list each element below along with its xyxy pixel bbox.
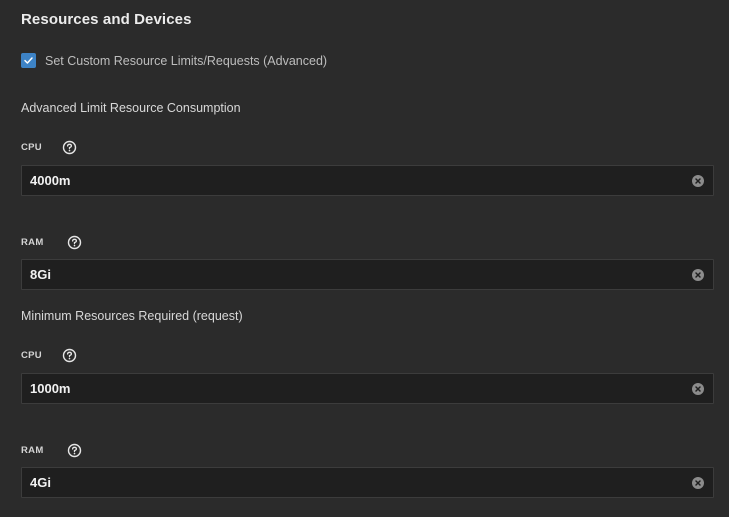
requests-cpu-value[interactable]: 1000m — [30, 381, 692, 396]
requests-cpu-label: CPU — [21, 349, 42, 361]
limits-cpu-label: CPU — [21, 141, 42, 153]
requests-ram-label: RAM — [21, 444, 44, 456]
custom-limits-row[interactable]: Set Custom Resource Limits/Requests (Adv… — [21, 53, 327, 68]
requests-heading: Minimum Resources Required (request) — [21, 309, 243, 323]
limits-ram-label-row: RAM — [21, 234, 82, 250]
help-circle-icon[interactable] — [62, 348, 77, 363]
requests-ram-input[interactable]: 4Gi — [21, 467, 714, 498]
clear-circle-icon[interactable] — [692, 476, 704, 489]
help-circle-icon[interactable] — [67, 235, 82, 250]
requests-ram-value[interactable]: 4Gi — [30, 475, 692, 490]
limits-cpu-value[interactable]: 4000m — [30, 173, 692, 188]
custom-limits-label: Set Custom Resource Limits/Requests (Adv… — [45, 53, 328, 68]
help-circle-icon[interactable] — [62, 140, 77, 155]
requests-cpu-input[interactable]: 1000m — [21, 373, 714, 404]
help-circle-icon[interactable] — [67, 443, 82, 458]
section-title: Resources and Devices — [21, 11, 192, 28]
requests-ram-label-row: RAM — [21, 442, 82, 458]
clear-circle-icon[interactable] — [692, 174, 704, 187]
limits-ram-label: RAM — [21, 236, 44, 248]
limits-ram-value[interactable]: 8Gi — [30, 267, 692, 282]
custom-limits-checkbox[interactable] — [21, 53, 36, 68]
check-icon — [24, 57, 33, 64]
limits-ram-input[interactable]: 8Gi — [21, 259, 714, 290]
clear-circle-icon[interactable] — [692, 382, 704, 395]
requests-cpu-label-row: CPU — [21, 347, 77, 363]
limits-heading: Advanced Limit Resource Consumption — [21, 101, 241, 115]
clear-circle-icon[interactable] — [692, 268, 704, 281]
limits-cpu-label-row: CPU — [21, 139, 77, 155]
limits-cpu-input[interactable]: 4000m — [21, 165, 714, 196]
